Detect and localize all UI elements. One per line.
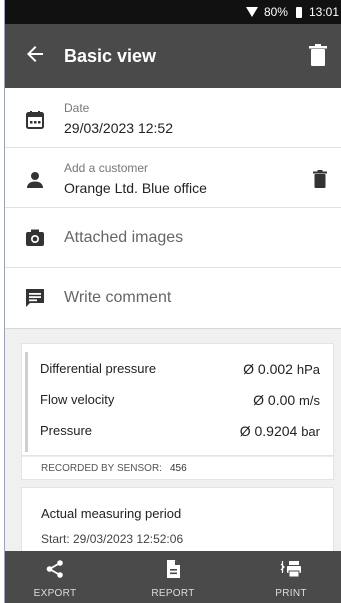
comment-label: Write comment bbox=[64, 289, 172, 306]
card-accent-bar bbox=[25, 352, 28, 452]
person-icon bbox=[27, 172, 43, 188]
comment-row[interactable]: Write comment bbox=[5, 268, 341, 328]
page-title: Basic view bbox=[64, 46, 157, 66]
export-button[interactable]: EXPORT bbox=[15, 551, 95, 603]
window-edge bbox=[0, 0, 5, 603]
report-label: REPORT bbox=[151, 588, 195, 599]
status-bar: 80% 13:01 bbox=[5, 0, 341, 24]
trash-icon[interactable] bbox=[309, 44, 327, 66]
trash-icon[interactable] bbox=[313, 170, 327, 188]
measurement-name: Pressure bbox=[40, 423, 93, 438]
measurement-name: Differential pressure bbox=[40, 361, 157, 376]
measurement-name: Flow velocity bbox=[40, 392, 115, 407]
battery-percent: 80% bbox=[263, 5, 288, 19]
print-button[interactable]: PRINT bbox=[251, 551, 331, 603]
measurement-value: Ø 0.002 hPa bbox=[243, 361, 320, 377]
measurement-value: Ø 0.9204 bar bbox=[239, 423, 320, 439]
app-bar: Basic view bbox=[5, 24, 341, 88]
screen: 80% 13:01 Basic view Date 29/03/2023 12:… bbox=[0, 0, 341, 603]
measurement-card: Differential pressure Ø 0.002 hPa Flow v… bbox=[21, 343, 334, 456]
content-area: Date 29/03/2023 12:52 Add a customer Ora… bbox=[5, 88, 341, 551]
date-value: 29/03/2023 12:52 bbox=[64, 120, 173, 136]
arrow-left-icon[interactable] bbox=[23, 42, 47, 66]
document-icon bbox=[167, 560, 180, 578]
wifi-icon bbox=[245, 7, 258, 17]
period-start: Start: 29/03/2023 12:52:06 bbox=[41, 532, 184, 546]
share-icon bbox=[46, 560, 63, 578]
date-row[interactable]: Date 29/03/2023 12:52 bbox=[5, 88, 341, 148]
bluetooth-print-icon bbox=[280, 561, 301, 578]
customer-label: Add a customer bbox=[64, 161, 149, 175]
attached-images-label: Attached images bbox=[64, 229, 184, 246]
measurement-row: Differential pressure Ø 0.002 hPa bbox=[40, 361, 320, 381]
camera-icon bbox=[26, 229, 44, 246]
report-button[interactable]: REPORT bbox=[133, 551, 213, 603]
period-title: Actual measuring period bbox=[41, 506, 182, 521]
comment-icon bbox=[26, 289, 44, 307]
measurement-row: Pressure Ø 0.9204 bar bbox=[40, 423, 320, 443]
clock: 13:01 bbox=[308, 5, 339, 19]
sensor-label: RECORDED BY SENSOR: bbox=[41, 463, 162, 474]
print-label: PRINT bbox=[275, 588, 307, 599]
date-label: Date bbox=[64, 101, 90, 115]
battery-icon bbox=[295, 6, 302, 18]
measurement-panel: Differential pressure Ø 0.002 hPa Flow v… bbox=[5, 328, 341, 551]
sensor-id: 456 bbox=[169, 463, 187, 474]
bottom-action-bar: EXPORT REPORT PRINT bbox=[5, 551, 341, 603]
sensor-info: RECORDED BY SENSOR: 456 bbox=[21, 456, 334, 480]
calendar-icon bbox=[26, 111, 44, 129]
customer-row[interactable]: Add a customer Orange Ltd. Blue office bbox=[5, 148, 341, 208]
customer-value: Orange Ltd. Blue office bbox=[64, 180, 207, 196]
export-label: EXPORT bbox=[33, 588, 77, 599]
measuring-period-card: Actual measuring period Start: 29/03/202… bbox=[21, 487, 334, 551]
measurement-row: Flow velocity Ø 0.00 m/s bbox=[40, 392, 320, 412]
measurement-value: Ø 0.00 m/s bbox=[253, 392, 320, 408]
attached-images-row[interactable]: Attached images bbox=[5, 208, 341, 268]
